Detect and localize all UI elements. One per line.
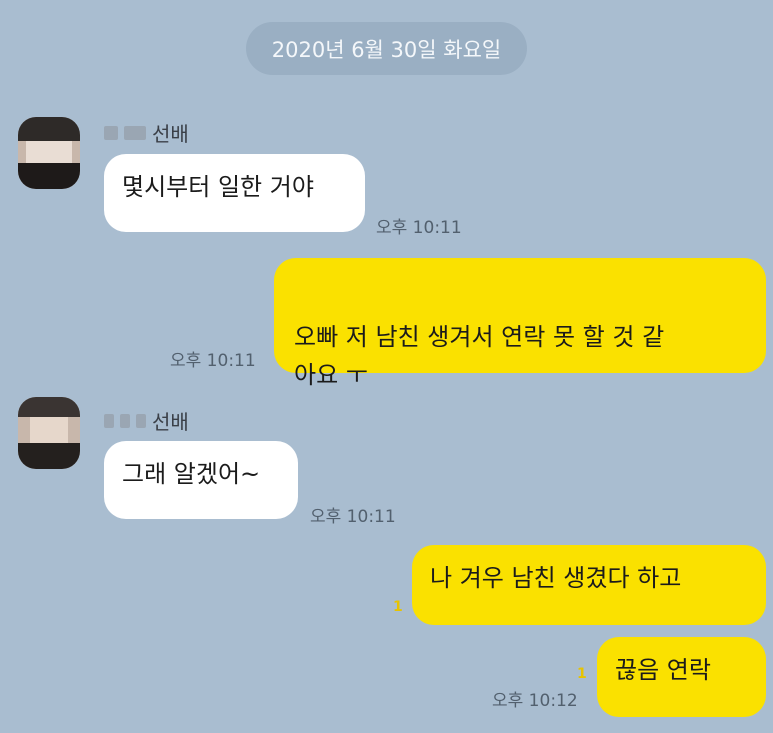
message-text: 그래 알겠어~ [122, 460, 261, 488]
message-time: 오후 10:11 [170, 351, 256, 371]
message-bubble-outgoing[interactable]: 오빠 저 남친 생겨서 연락 못 할 것 같 아요 ㅜ [274, 258, 766, 389]
message-text: 몇시부터 일한 거야 [122, 173, 314, 201]
blurred-name-block [120, 413, 130, 428]
message-bubble-incoming[interactable]: 몇시부터 일한 거야 [104, 154, 365, 232]
message-bubble-outgoing[interactable]: 끊음 연락 [597, 637, 766, 717]
sender-name-label: 선배 [152, 122, 189, 146]
message-text: 나 겨우 남친 생겼다 하고 [430, 564, 682, 592]
message-time: 오후 10:11 [310, 507, 396, 527]
message-bubble-incoming[interactable]: 그래 알겠어~ [104, 441, 298, 519]
unread-count: 1 [393, 599, 403, 615]
sender-name: 선배 [104, 406, 189, 435]
message-text: 끊음 연락 [615, 656, 711, 684]
message-time: 오후 10:12 [492, 691, 578, 711]
blurred-name-block [136, 413, 146, 428]
blurred-name-block [104, 125, 118, 140]
message-time: 오후 10:11 [376, 218, 462, 238]
message-text: 오빠 저 남친 생겨서 연락 못 할 것 같 아요 ㅜ [294, 323, 665, 389]
blurred-name-block [124, 125, 146, 140]
date-divider: 2020년 6월 30일 화요일 [246, 22, 527, 75]
sender-name-label: 선배 [152, 410, 189, 434]
message-bubble-outgoing[interactable]: 나 겨우 남친 생겼다 하고 [412, 545, 766, 625]
blurred-name-block [104, 413, 114, 428]
sender-avatar[interactable] [18, 117, 80, 189]
unread-count: 1 [577, 666, 587, 682]
sender-name: 선배 [104, 118, 189, 147]
sender-avatar[interactable] [18, 397, 80, 469]
